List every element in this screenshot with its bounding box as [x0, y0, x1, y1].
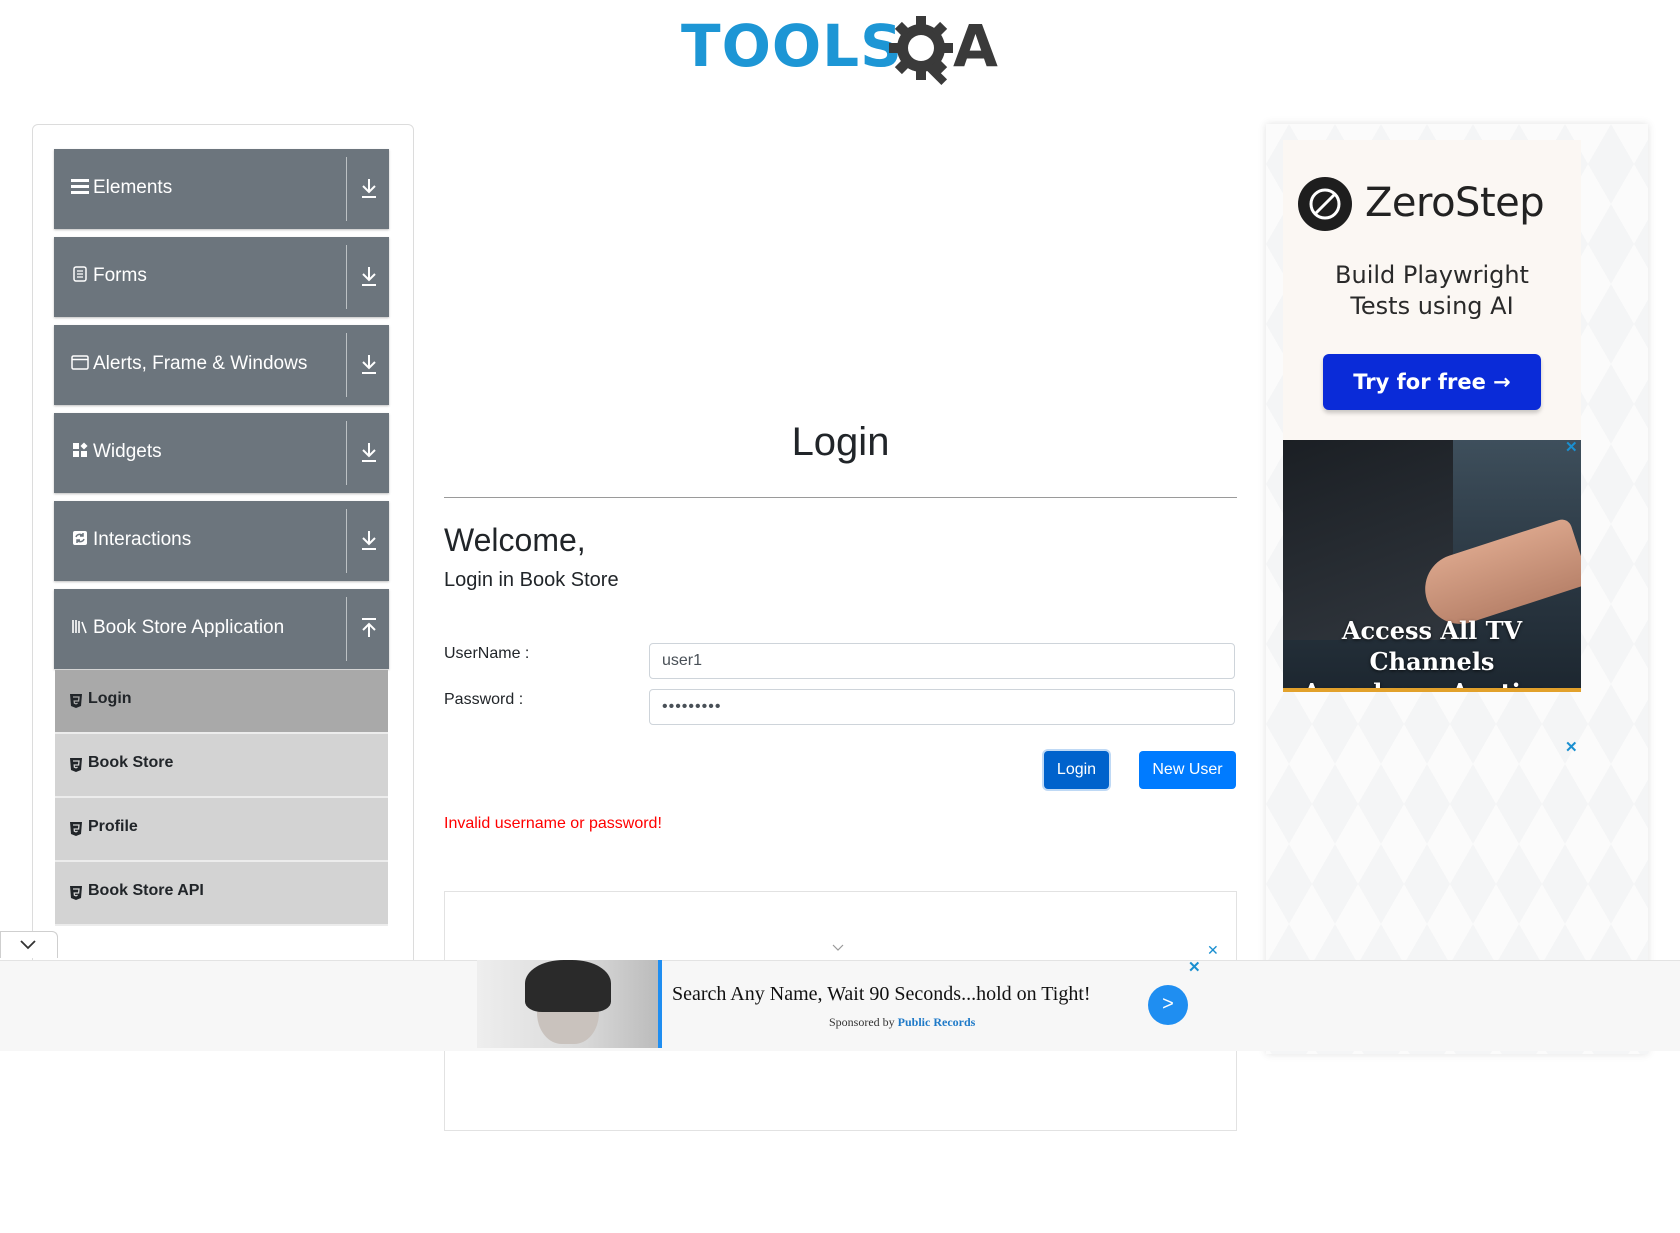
download-arrow-icon[interactable]: [359, 529, 379, 551]
accent-stripe: [658, 960, 662, 1048]
sidebar-group-label: Elements: [93, 177, 173, 198]
zerostep-ad[interactable]: ZeroStep Build Playwright Tests using AI…: [1283, 140, 1581, 440]
download-arrow-icon[interactable]: [359, 353, 379, 375]
html5-icon: [70, 694, 82, 708]
new-user-button[interactable]: New User: [1139, 751, 1236, 789]
form-doc-icon: [71, 265, 89, 283]
sidebar-group-label: Forms: [93, 265, 147, 286]
toolsqa-logo[interactable]: TOOLS A: [681, 14, 1005, 92]
page-title: Login: [791, 420, 890, 464]
tv-ad-line: Access All TV Channels: [1341, 616, 1523, 676]
tv-channels-ad[interactable]: Access All TV Channels Anywhere, Anytime: [1283, 440, 1581, 692]
sidebar-group-widgets[interactable]: Widgets: [54, 413, 389, 493]
try-for-free-button[interactable]: Try for free →: [1323, 354, 1541, 410]
interactions-icon: [71, 529, 89, 547]
username-input[interactable]: user1: [649, 643, 1235, 679]
bottom-ad-headline[interactable]: Search Any Name, Wait 90 Seconds...hold …: [672, 983, 1091, 1006]
welcome-heading: Welcome,: [444, 522, 586, 558]
go-button[interactable]: >: [1148, 985, 1188, 1025]
sidebar: Elements Forms Alerts, Frame & Windows W…: [32, 124, 414, 966]
separator: [346, 245, 347, 309]
password-input[interactable]: •••••••••: [649, 689, 1235, 725]
sidebar-item-login[interactable]: Login: [55, 670, 388, 734]
zerostep-headline-line: Tests using AI: [1350, 292, 1514, 320]
tv-ad-line: Anywhere, Anytime: [1283, 677, 1581, 688]
portrait-image[interactable]: [477, 960, 659, 1048]
close-icon[interactable]: ✕: [1188, 958, 1201, 976]
html5-icon: [70, 822, 82, 836]
sidebar-item-profile[interactable]: Profile: [55, 798, 388, 862]
separator: [346, 597, 347, 661]
portrait-hair: [525, 960, 611, 1012]
books-icon: [71, 617, 89, 635]
separator: [346, 157, 347, 221]
download-arrow-icon[interactable]: [359, 441, 379, 463]
close-icon[interactable]: ✕: [1565, 738, 1578, 756]
zerostep-headline-line: Build Playwright: [1335, 261, 1529, 289]
upload-arrow-icon[interactable]: [359, 617, 379, 639]
login-button[interactable]: Login: [1044, 751, 1109, 789]
collapse-ad-tab[interactable]: [0, 931, 58, 958]
sponsor-link[interactable]: Public Records: [898, 1015, 976, 1029]
close-icon[interactable]: ✕: [1565, 438, 1578, 456]
separator: [346, 509, 347, 573]
sidebar-group-alerts-frame-windows[interactable]: Alerts, Frame & Windows: [54, 325, 389, 405]
logo-text-tools: TOOLS: [681, 12, 903, 80]
close-icon[interactable]: ✕: [1207, 942, 1219, 959]
sidebar-group-forms[interactable]: Forms: [54, 237, 389, 317]
html5-icon: [70, 758, 82, 772]
sidebar-item-book-store-api[interactable]: Book Store API: [55, 862, 388, 926]
gear-magnifier-icon: [889, 16, 953, 86]
bottom-ad-sponsor: Sponsored by Public Records: [829, 1015, 975, 1030]
hamburger-icon: [71, 177, 89, 195]
password-label: Password :: [444, 691, 524, 708]
error-message: Invalid username or password!: [444, 815, 662, 832]
widgets-icon: [71, 441, 89, 459]
tv-ad-text: Access All TV Channels Anywhere, Anytime: [1283, 615, 1581, 688]
chevron-down-icon[interactable]: [832, 944, 844, 952]
sidebar-group-label: Widgets: [93, 441, 162, 462]
download-arrow-icon[interactable]: [359, 265, 379, 287]
zerostep-name: ZeroStep: [1365, 180, 1545, 226]
sidebar-item-book-store[interactable]: Book Store: [55, 734, 388, 798]
sidebar-item-label: Login: [88, 690, 132, 707]
divider: [444, 497, 1237, 498]
welcome-subtitle: Login in Book Store: [444, 569, 619, 591]
sidebar-item-label: Book Store: [88, 754, 174, 771]
html5-icon: [70, 886, 82, 900]
tv-back-image: [1283, 440, 1453, 640]
sidebar-group-elements[interactable]: Elements: [54, 149, 389, 229]
download-arrow-icon[interactable]: [359, 177, 379, 199]
logo-text-a: A: [953, 12, 998, 80]
window-icon: [71, 353, 89, 371]
sidebar-group-label: Alerts, Frame & Windows: [93, 353, 308, 374]
sidebar-item-label: Book Store API: [88, 882, 204, 899]
username-label: UserName :: [444, 645, 530, 662]
chevron-down-icon: [20, 940, 36, 950]
sidebar-item-label: Profile: [88, 818, 138, 835]
separator: [346, 333, 347, 397]
sponsored-by-label: Sponsored by: [829, 1015, 895, 1029]
sidebar-group-interactions[interactable]: Interactions: [54, 501, 389, 581]
sidebar-group-book-store-application[interactable]: Book Store Application: [54, 589, 389, 669]
sidebar-group-label: Book Store Application: [93, 617, 285, 638]
zerostep-headline: Build Playwright Tests using AI: [1283, 260, 1581, 322]
separator: [346, 421, 347, 485]
sidebar-group-label: Interactions: [93, 529, 192, 550]
zerostep-logo-icon: [1298, 177, 1352, 231]
